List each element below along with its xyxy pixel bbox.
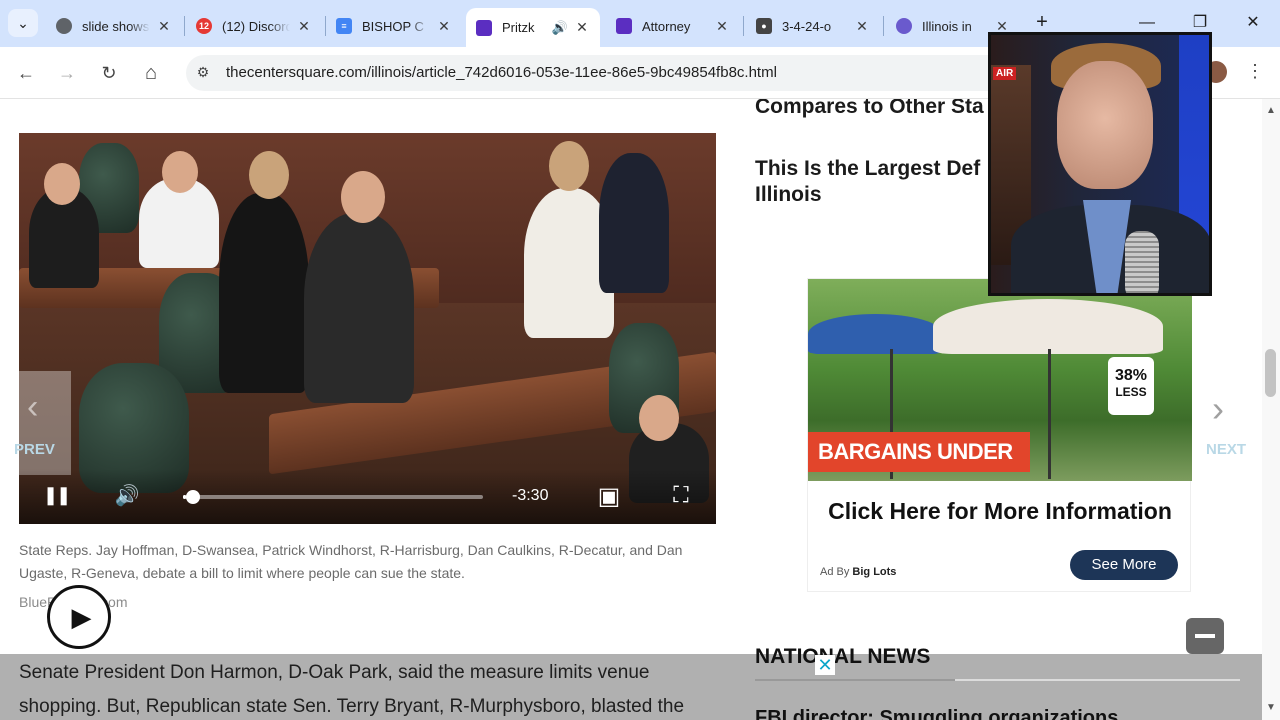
- section-divider-accent: [755, 679, 955, 681]
- next-slide-label[interactable]: NEXT: [1206, 441, 1246, 458]
- tab-pritzker-active[interactable]: Pritzk 🔊 ✕: [466, 8, 600, 47]
- photo-caption: State Reps. Jay Hoffman, D-Swansea, Patr…: [19, 542, 683, 581]
- chevron-down-icon: ⌄: [17, 14, 29, 31]
- radio-icon: ●: [756, 18, 772, 34]
- tab-title: Illinois in: [922, 18, 972, 34]
- ad-headline[interactable]: Click Here for More Information: [808, 498, 1192, 525]
- video-time-remaining: -3:30: [512, 487, 549, 504]
- video-person-head: [341, 171, 385, 223]
- video-person-head: [639, 395, 679, 441]
- chevron-right-icon[interactable]: ›: [1212, 388, 1224, 430]
- tab-attorney[interactable]: Attorney ✕: [606, 8, 740, 44]
- video-progress-bar[interactable]: [183, 490, 483, 504]
- close-icon[interactable]: ✕: [714, 18, 730, 35]
- close-icon[interactable]: ✕: [156, 18, 172, 35]
- video-person: [599, 153, 669, 293]
- sidebar-story-title-line: This Is the Largest Def: [755, 157, 981, 180]
- microphone-icon: [1125, 231, 1159, 293]
- sidebar-story-title[interactable]: This Is the Largest Def Illinois: [755, 156, 980, 208]
- tab-3-4-24[interactable]: ● 3-4-24-o ✕: [746, 8, 880, 44]
- ad-discount-tag: 38% LESS: [1108, 357, 1154, 415]
- close-icon[interactable]: ✕: [296, 18, 312, 35]
- browser-menu-icon[interactable]: ⋮: [1245, 61, 1265, 85]
- webcam-presenter-face: [1057, 61, 1153, 189]
- ad-umbrella-blue: [808, 314, 943, 354]
- audio-playing-icon[interactable]: 🔊: [552, 20, 568, 36]
- prev-slide-label[interactable]: PREV: [14, 441, 55, 458]
- close-icon[interactable]: ✕: [574, 19, 590, 36]
- video-person-head: [44, 163, 80, 205]
- tab-title: BISHOP C: [362, 18, 424, 34]
- sidebar-ad[interactable]: 38% LESS BARGAINS UNDER $150 Click Here …: [807, 278, 1192, 592]
- video-person: [304, 213, 414, 403]
- tab-title: Attorney: [642, 18, 691, 34]
- sidebar-story-heading[interactable]: Compares to Other Sta: [755, 99, 984, 120]
- ad-banner: BARGAINS UNDER $150: [808, 432, 1030, 481]
- ad-umbrella-pole: [1048, 349, 1051, 479]
- play-icon: ▶: [71, 601, 92, 632]
- collapse-ad-button[interactable]: [1186, 618, 1224, 654]
- tab-title: slide shows: [82, 18, 150, 34]
- site-favicon-icon: [476, 19, 492, 36]
- ad-discount-label: LESS: [1115, 385, 1147, 399]
- address-bar[interactable]: ⚙ thecentersquare.com/illinois/article_7…: [186, 55, 1006, 91]
- tab-separator: [743, 16, 744, 36]
- webcam-overlay: AIR: [988, 32, 1212, 296]
- scroll-down-icon[interactable]: ▼: [1266, 702, 1276, 713]
- video-progress-knob[interactable]: [186, 490, 200, 504]
- ad-discount-number: 38%: [1114, 367, 1148, 384]
- video-person-head: [249, 151, 289, 199]
- national-news-story-link[interactable]: FBI director: Smuggling organizations: [755, 707, 1118, 720]
- sidebar-story-title-line: Illinois: [755, 183, 822, 206]
- forward-button[interactable]: →: [53, 59, 81, 87]
- screen: ⌄ slide shows ✕ 12 (12) Discord ✕ ≡ BISH…: [0, 0, 1280, 720]
- tab-discord[interactable]: 12 (12) Discord ✕: [186, 8, 322, 44]
- tab-bishop[interactable]: ≡ BISHOP C ✕: [326, 8, 462, 44]
- pause-icon[interactable]: ❚❚: [43, 485, 71, 506]
- home-button[interactable]: ⌂: [137, 59, 165, 87]
- webcam-on-air-sign: AIR: [993, 67, 1017, 80]
- tab-title: 3-4-24-o: [782, 18, 832, 34]
- tab-title: Pritzk: [502, 20, 535, 35]
- discord-notification-icon: 12: [196, 18, 212, 34]
- ad-advertiser: Big Lots: [852, 566, 897, 578]
- picture-in-picture-icon[interactable]: ▣: [593, 482, 625, 511]
- tab-separator: [883, 16, 884, 36]
- see-more-button[interactable]: See More: [1070, 550, 1178, 580]
- video-person: [219, 193, 309, 393]
- reload-button[interactable]: ↻: [95, 59, 123, 87]
- national-news-heading: NATIONAL NEWS: [755, 645, 931, 668]
- site-favicon-icon: [616, 18, 632, 34]
- tab-search-button[interactable]: ⌄: [8, 9, 38, 37]
- back-button[interactable]: ←: [12, 59, 40, 87]
- video-person-head: [162, 151, 198, 193]
- site-favicon-icon: [896, 18, 912, 34]
- url-text[interactable]: thecentersquare.com/illinois/article_742…: [226, 64, 777, 81]
- ad-umbrella-white: [933, 299, 1163, 354]
- ad-by-prefix: Ad By: [820, 566, 850, 578]
- tab-title: (12) Discord: [222, 18, 290, 34]
- ad-close-icon[interactable]: ✕: [815, 655, 835, 675]
- scrollbar-thumb[interactable]: [1265, 349, 1276, 397]
- volume-icon[interactable]: 🔊: [113, 483, 141, 508]
- audio-play-button[interactable]: ▶: [47, 585, 111, 649]
- video-person-head: [549, 141, 589, 191]
- tab-slide-shows[interactable]: slide shows ✕: [46, 8, 182, 44]
- ad-image[interactable]: 38% LESS BARGAINS UNDER $150: [808, 279, 1192, 481]
- docs-icon: ≡: [336, 18, 352, 34]
- globe-icon: [56, 18, 72, 34]
- close-icon[interactable]: ✕: [854, 18, 870, 35]
- tab-separator: [184, 16, 185, 36]
- site-info-icon[interactable]: ⚙: [194, 64, 212, 82]
- chevron-left-icon[interactable]: ‹: [27, 388, 38, 427]
- scroll-up-icon[interactable]: ▲: [1266, 105, 1276, 116]
- close-icon[interactable]: ✕: [436, 18, 452, 35]
- ad-attribution: Ad By Big Lots: [820, 566, 896, 578]
- article-body-paragraph: Senate President Don Harmon, D-Oak Park,…: [19, 662, 685, 717]
- window-close-button[interactable]: ✕: [1238, 10, 1268, 36]
- page-scrollbar[interactable]: ▲ ▼: [1262, 99, 1280, 720]
- fullscreen-icon[interactable]: ⛶: [667, 482, 695, 508]
- video-player[interactable]: ‹ ❚❚ 🔊 -3:30 ▣ ⛶: [19, 133, 716, 524]
